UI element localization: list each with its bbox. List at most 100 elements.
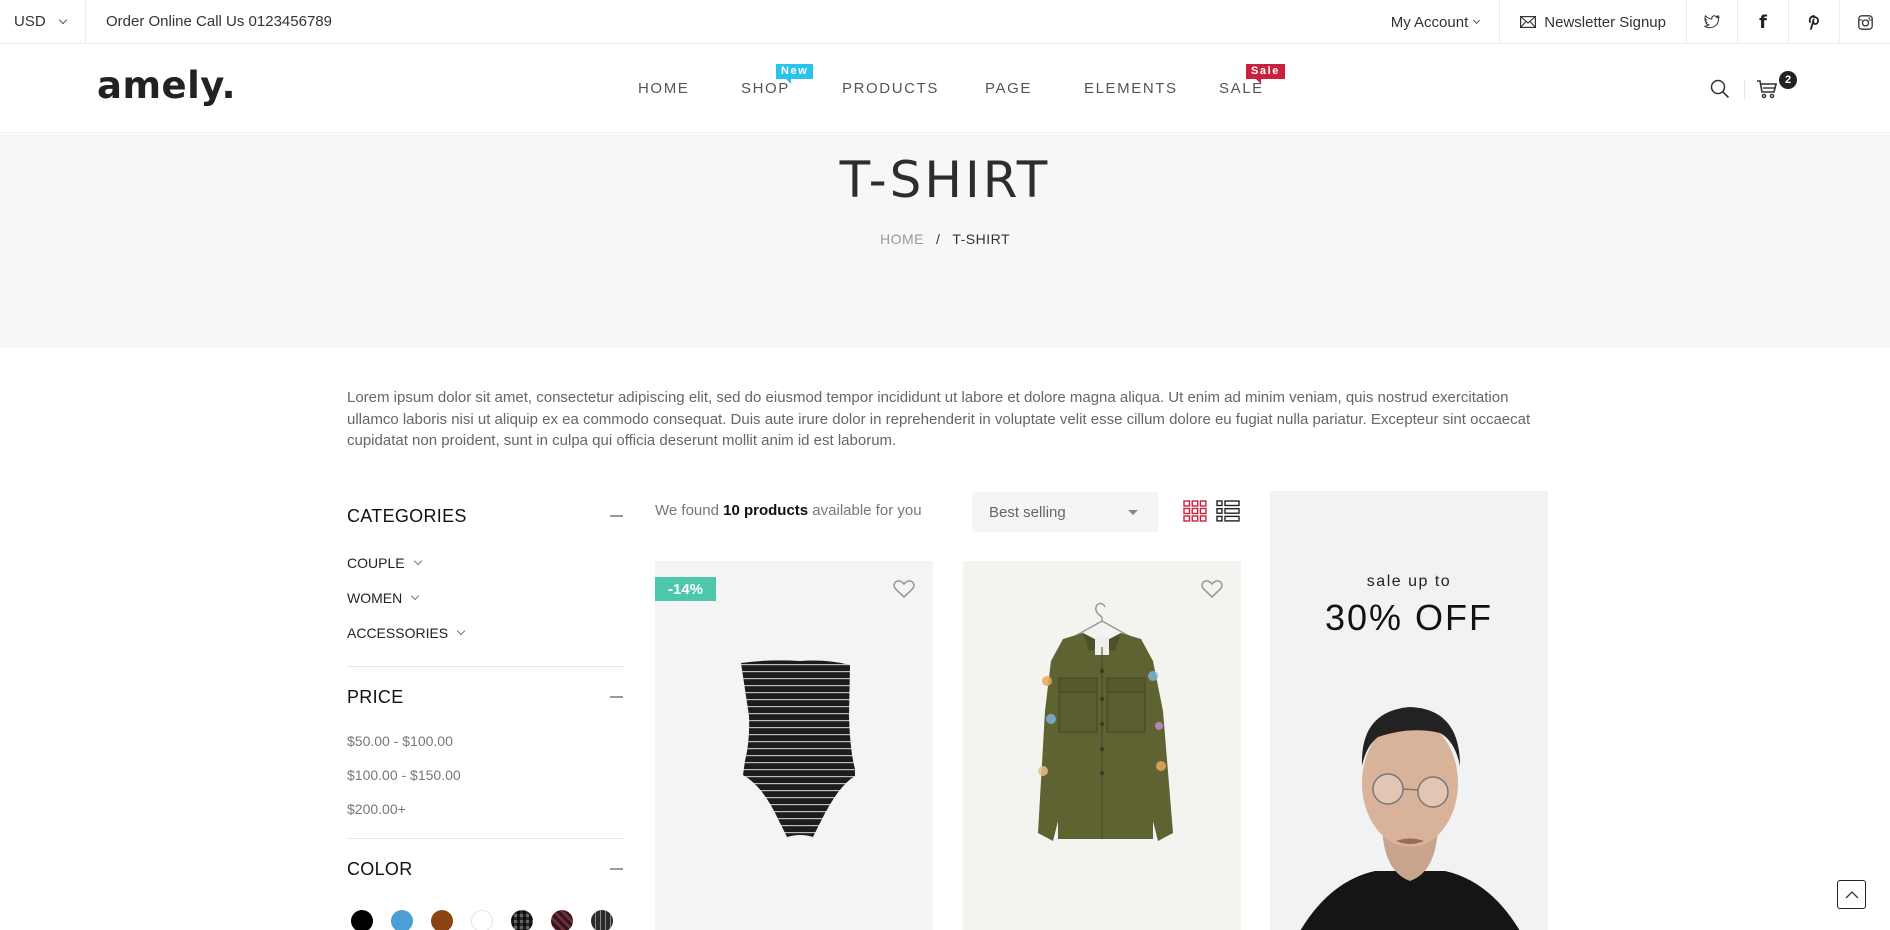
instagram-link[interactable] — [1839, 0, 1890, 44]
back-to-top-button[interactable] — [1837, 880, 1866, 909]
nav-elements[interactable]: ELEMENTS — [1084, 80, 1178, 97]
filter-sidebar: CATEGORIES COUPLE WOMEN ACCESSORIES PRIC… — [347, 491, 625, 930]
page-title: T-SHIRT — [839, 151, 1051, 209]
newsletter-label: Newsletter Signup — [1544, 13, 1666, 31]
search-icon[interactable] — [1709, 78, 1731, 100]
color-swatch-brown[interactable] — [431, 910, 453, 930]
product-image-jacket — [963, 561, 1241, 930]
my-account-label: My Account — [1390, 13, 1469, 31]
category-label: ACCESSORIES — [347, 624, 449, 641]
category-label: WOMEN — [347, 589, 403, 606]
color-swatches — [347, 894, 625, 930]
nav-shop-label: SHOP — [741, 80, 790, 97]
nav-page-label: PAGE — [985, 80, 1032, 97]
category-label: COUPLE — [347, 554, 405, 571]
chevron-down-icon[interactable] — [456, 626, 466, 635]
promo-banner[interactable]: sale up to 30% OFF — [1270, 491, 1548, 930]
categories-header[interactable]: CATEGORIES — [347, 491, 625, 541]
color-swatch-houndstooth[interactable] — [551, 910, 573, 930]
promo-headline: 30% OFF — [1324, 597, 1494, 638]
color-swatch-white[interactable] — [471, 910, 493, 930]
chevron-up-icon — [1845, 891, 1858, 899]
results-number: 10 products — [723, 502, 809, 519]
nav-products-label: PRODUCTS — [842, 80, 939, 97]
category-item-accessories[interactable]: ACCESSORIES — [347, 615, 625, 650]
wishlist-heart-icon[interactable] — [1201, 579, 1223, 599]
price-range-item[interactable]: $200.00+ — [347, 792, 625, 826]
envelope-icon — [1520, 16, 1537, 28]
chevron-down-icon — [1473, 16, 1481, 24]
product-image-bodysuit — [741, 660, 855, 837]
results-prefix: We found — [655, 502, 724, 519]
promo-subtitle: sale up to — [1366, 573, 1452, 590]
my-account-dropdown[interactable]: My Account — [1371, 0, 1500, 44]
sort-select[interactable]: Best selling — [972, 492, 1158, 532]
results-suffix: available for you — [808, 502, 922, 519]
wishlist-heart-icon[interactable] — [893, 579, 915, 599]
nav-shop[interactable]: SHOP New — [741, 64, 814, 97]
price-range-item[interactable]: $50.00 - $100.00 — [347, 724, 625, 758]
breadcrumb: HOME / T-SHIRT — [0, 231, 1890, 247]
chevron-down-icon[interactable] — [413, 556, 422, 565]
product-card[interactable] — [963, 561, 1241, 930]
results-count: We found 10 products available for you — [655, 502, 922, 519]
instagram-icon — [1857, 14, 1873, 30]
collapse-icon[interactable] — [610, 868, 623, 870]
nav-home[interactable]: HOME — [638, 80, 689, 97]
color-swatch-pinstripe[interactable] — [591, 910, 613, 930]
twitter-link[interactable] — [1686, 0, 1737, 44]
breadcrumb-home[interactable]: HOME — [880, 231, 924, 247]
color-title: COLOR — [347, 858, 413, 879]
categories-title: CATEGORIES — [347, 505, 467, 526]
category-item-women[interactable]: WOMEN — [347, 580, 625, 615]
call-info: Order Online Call Us 0123456789 — [106, 13, 332, 30]
pinterest-icon — [1808, 15, 1819, 30]
collapse-icon[interactable] — [610, 515, 623, 517]
currency-selector[interactable]: USD — [0, 0, 86, 44]
collapse-icon[interactable] — [610, 696, 623, 698]
nav-elements-label: ELEMENTS — [1084, 80, 1178, 97]
header-divider — [1744, 81, 1745, 99]
color-swatch-black[interactable] — [351, 910, 373, 930]
breadcrumb-current: T-SHIRT — [952, 231, 1011, 247]
cart-icon[interactable] — [1756, 78, 1780, 100]
sort-value: Best selling — [989, 503, 1066, 521]
price-header[interactable]: PRICE — [347, 672, 625, 722]
pinterest-link[interactable] — [1788, 0, 1839, 44]
color-header[interactable]: COLOR — [347, 844, 625, 894]
nav-page[interactable]: PAGE — [985, 80, 1032, 97]
chevron-down-icon — [58, 15, 67, 24]
breadcrumb-separator: / — [935, 231, 941, 247]
product-card[interactable]: -14% — [655, 561, 933, 930]
new-badge: New — [776, 64, 814, 84]
sale-badge: Sale — [1246, 64, 1286, 84]
caret-down-icon — [1128, 510, 1138, 515]
price-range-item[interactable]: $100.00 - $150.00 — [347, 758, 625, 792]
currency-label: USD — [14, 13, 46, 30]
color-swatch-plaid[interactable] — [511, 910, 533, 930]
main-header: amely. HOME SHOP New PRODUCTS PAGE ELEME… — [0, 44, 1890, 133]
facebook-link[interactable]: f — [1737, 0, 1788, 44]
list-view-icon[interactable] — [1216, 500, 1240, 522]
discount-badge: -14% — [655, 577, 716, 601]
nav-products[interactable]: PRODUCTS — [842, 80, 939, 97]
categories-filter: CATEGORIES COUPLE WOMEN ACCESSORIES — [347, 491, 625, 667]
price-title: PRICE — [347, 686, 404, 707]
nav-home-label: HOME — [638, 80, 690, 97]
promo-model-image — [1300, 707, 1520, 930]
cart-count-badge: 2 — [1779, 71, 1797, 89]
nav-sale[interactable]: SALE Sale — [1219, 64, 1286, 97]
facebook-icon: f — [1759, 11, 1767, 33]
category-item-couple[interactable]: COUPLE — [347, 545, 625, 580]
grid-view-icon[interactable] — [1183, 500, 1207, 522]
newsletter-signup-link[interactable]: Newsletter Signup — [1499, 0, 1686, 44]
color-swatch-blue[interactable] — [391, 910, 413, 930]
top-bar: USD Order Online Call Us 0123456789 My A… — [0, 0, 1890, 44]
page-hero: T-SHIRT HOME / T-SHIRT — [0, 134, 1890, 348]
price-filter: PRICE $50.00 - $100.00 $100.00 - $150.00… — [347, 672, 625, 839]
twitter-icon — [1704, 15, 1720, 29]
chevron-down-icon[interactable] — [410, 591, 420, 600]
category-description: Lorem ipsum dolor sit amet, consectetur … — [347, 389, 1531, 449]
main-nav: HOME SHOP New PRODUCTS PAGE ELEMENTS SAL… — [0, 44, 1890, 133]
color-filter: COLOR — [347, 844, 625, 930]
